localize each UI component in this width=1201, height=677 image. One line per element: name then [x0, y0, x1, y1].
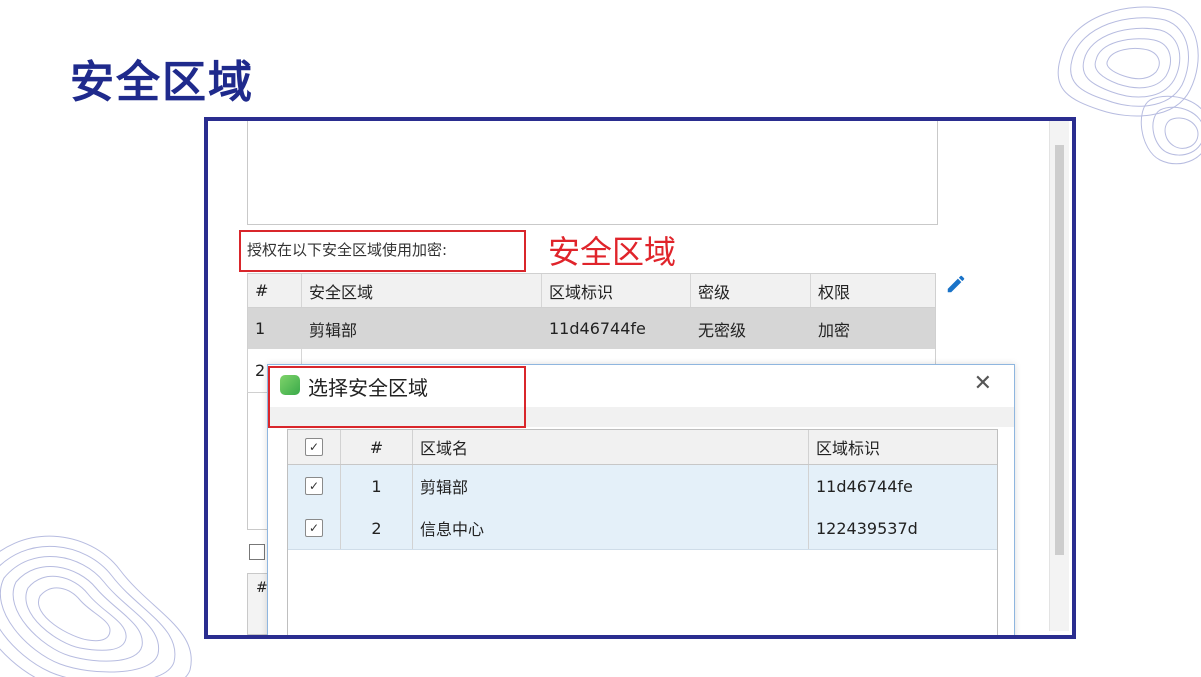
- col-header-zone: 安全区域: [302, 274, 542, 307]
- annotation-label: 安全区域: [548, 233, 677, 271]
- row-checkbox[interactable]: ✓: [305, 477, 323, 495]
- cell-number: 2: [341, 507, 413, 549]
- highlight-box-dialog-title: [268, 366, 526, 428]
- cell-zone-id: 11d46744fe: [542, 308, 691, 349]
- cell-zone: 剪辑部: [302, 308, 542, 349]
- highlight-box-auth-label: [239, 230, 526, 272]
- table-header-row: # 安全区域 区域标识 密级 权限: [247, 273, 936, 308]
- row-checkbox[interactable]: ✓: [305, 519, 323, 537]
- col-header-number: #: [248, 274, 302, 307]
- cell-zone-name: 剪辑部: [413, 465, 809, 507]
- col-header-zone-id: 区域标识: [542, 274, 691, 307]
- col-header-zone-id: 区域标识: [816, 439, 881, 458]
- col-header-level: 密级: [691, 274, 811, 307]
- cell-level: 无密级: [691, 308, 811, 349]
- slide-title: 安全区域: [70, 57, 254, 108]
- row-checkbox-cell[interactable]: ✓: [288, 465, 341, 507]
- row-checkbox-cell[interactable]: ✓: [288, 507, 341, 549]
- decorative-contour-bottom-left: [0, 535, 192, 677]
- table-row[interactable]: ✓ 1 剪辑部 11d46744fe: [288, 465, 997, 508]
- bottom-table: #: [247, 573, 269, 635]
- upper-panel-box: [247, 121, 938, 225]
- cell-number: 1: [341, 465, 413, 507]
- table-row[interactable]: ✓ 2 信息中心 122439537d: [288, 507, 997, 550]
- zone-select-table: ✓ # 区域名 区域标识 ✓ 1 剪辑部 11d46744fe ✓ 2 信息中心: [287, 429, 998, 635]
- screenshot-frame: 授权在以下安全区域使用加密: 安全区域 # 安全区域 区域标识 密级 权限 1 …: [204, 117, 1076, 639]
- scrollbar-thumb[interactable]: [1055, 145, 1064, 555]
- select-all-checkbox-cell[interactable]: ✓: [288, 430, 341, 464]
- table-row[interactable]: 1 剪辑部 11d46744fe 无密级 加密: [247, 308, 936, 349]
- table-body-area: [247, 393, 269, 530]
- cell-number: 1: [248, 308, 302, 349]
- cell-permission: 加密: [818, 320, 851, 340]
- col-header-number: #: [341, 430, 413, 464]
- dialog-table-header-row: ✓ # 区域名 区域标识: [288, 430, 997, 465]
- close-icon[interactable]: ✕: [974, 371, 992, 396]
- cell-zone-id: 11d46744fe: [816, 476, 913, 496]
- bottom-checkbox[interactable]: [249, 544, 265, 560]
- pencil-icon[interactable]: [945, 273, 967, 295]
- cell-zone-name: 信息中心: [413, 507, 809, 549]
- select-all-checkbox[interactable]: ✓: [305, 438, 323, 456]
- bottom-table-header: #: [256, 580, 268, 596]
- cell-zone-id: 122439537d: [816, 518, 918, 538]
- col-header-zone-name: 区域名: [413, 430, 809, 464]
- col-header-permission: 权限: [818, 282, 851, 302]
